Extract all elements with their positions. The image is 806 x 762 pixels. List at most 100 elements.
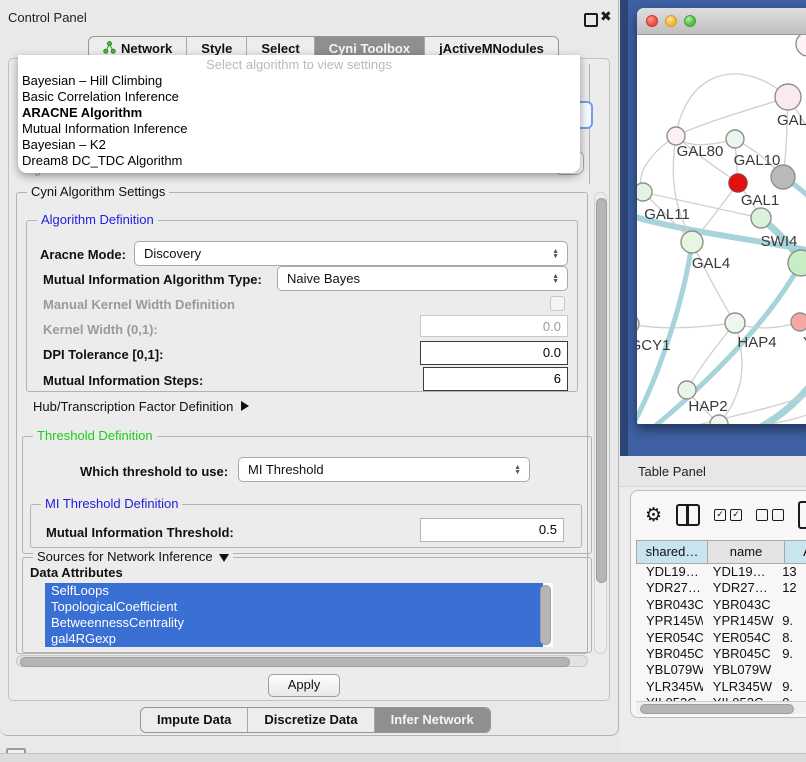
algorithm-option-4[interactable]: Bayesian – K2 bbox=[18, 137, 580, 153]
bottom-tabbar: Impute Data Discretize Data Infer Networ… bbox=[140, 707, 491, 733]
node-gcy1[interactable] bbox=[637, 315, 639, 333]
hub-definition-toggle[interactable]: Hub/Transcription Factor Definition bbox=[33, 399, 249, 414]
table-row[interactable]: YBR045CYBR045C9. bbox=[636, 646, 806, 662]
which-threshold-select[interactable]: MI Threshold ▲▼ bbox=[238, 457, 530, 482]
tab-impute-data[interactable]: Impute Data bbox=[141, 708, 248, 732]
node-label: GAL11 bbox=[644, 206, 690, 223]
algorithm-dropdown-list: Select algorithm to view settings Bayesi… bbox=[18, 55, 580, 173]
gear-icon[interactable]: ⚙ bbox=[645, 506, 662, 525]
algorithm-option-0[interactable]: Bayesian – Hill Climbing bbox=[18, 73, 580, 89]
network-window[interactable]: GALGAL80GAL10GAL1GAL11SWI4GAL4GCY1HAP4YH… bbox=[637, 8, 806, 424]
float-window-icon[interactable] bbox=[584, 13, 598, 27]
node-hap4[interactable] bbox=[725, 313, 745, 333]
screen: Control Panel ✖ Network Style Select Cyn… bbox=[0, 0, 806, 762]
table-horizontal-scrollbar-thumb[interactable] bbox=[640, 704, 794, 714]
settings-horizontal-scrollbar-thumb[interactable] bbox=[20, 657, 570, 667]
attribute-item[interactable]: BetweennessCentrality bbox=[45, 615, 543, 631]
column-header-0[interactable]: shared… bbox=[636, 540, 708, 564]
algorithm-option-1[interactable]: Basic Correlation Inference bbox=[18, 89, 580, 105]
node-gal4[interactable] bbox=[681, 231, 703, 253]
minimize-traffic-light-icon[interactable] bbox=[665, 15, 677, 27]
mi-steps-field[interactable]: 6 bbox=[423, 367, 568, 391]
mi-algorithm-type-select[interactable]: Naive Bayes ▲▼ bbox=[277, 266, 568, 291]
settings-horizontal-scrollbar[interactable] bbox=[16, 655, 588, 667]
checked-checkbox-icon: ✓ bbox=[714, 509, 726, 521]
tab-discretize-data[interactable]: Discretize Data bbox=[248, 708, 374, 732]
column-header-2[interactable]: A bbox=[785, 540, 806, 564]
close-icon[interactable]: ✖ bbox=[600, 8, 612, 25]
table-row[interactable]: YDL19…YDL19…13 bbox=[636, 564, 806, 580]
table-row[interactable]: YPR145WYPR145W9. bbox=[636, 613, 806, 629]
node-label: GCY1 bbox=[637, 337, 670, 354]
node-red[interactable] bbox=[729, 174, 747, 192]
table-cell bbox=[774, 597, 806, 613]
manual-kernel-width-label: Manual Kernel Width Definition bbox=[43, 297, 235, 312]
attribute-item[interactable]: TopologicalCoefficient bbox=[45, 599, 543, 615]
tab-infer-network[interactable]: Infer Network bbox=[375, 708, 490, 732]
table-horizontal-scrollbar[interactable] bbox=[636, 701, 806, 714]
node-big-right[interactable] bbox=[788, 250, 806, 276]
table-header-row[interactable]: shared…nameA bbox=[636, 540, 806, 564]
table-row[interactable]: YBR043CYBR043C bbox=[636, 597, 806, 613]
node-label: HAP2 bbox=[688, 398, 727, 415]
table-body[interactable]: YDL19…YDL19…13YDR27…YDR27…12YBR043CYBR04… bbox=[636, 564, 806, 702]
dpi-tolerance-label: DPI Tolerance [0,1]: bbox=[43, 347, 163, 362]
status-strip bbox=[0, 753, 806, 762]
algorithm-option-2[interactable]: ARACNE Algorithm bbox=[18, 105, 580, 121]
node-gal10[interactable] bbox=[726, 130, 744, 148]
table-doc-icon[interactable] bbox=[798, 501, 806, 529]
table-panel-bar: Table Panel bbox=[620, 456, 806, 487]
node-table-card: ⚙ ✓ ✓ shared…nameA YDL19…YDL19…13YDR27…Y… bbox=[630, 490, 806, 718]
desktop-left-edge bbox=[620, 0, 628, 456]
node-salmon[interactable] bbox=[791, 313, 806, 331]
table-cell: YBR045C bbox=[703, 646, 774, 662]
node-partial-top[interactable] bbox=[796, 35, 806, 56]
node-label: HAP4 bbox=[737, 334, 776, 351]
apply-button[interactable]: Apply bbox=[268, 674, 340, 697]
table-cell: YER054C bbox=[703, 630, 774, 646]
algorithm-option-3[interactable]: Mutual Information Inference bbox=[18, 121, 580, 137]
aracne-mode-select[interactable]: Discovery ▲▼ bbox=[134, 241, 568, 266]
network-desktop: GALGAL80GAL10GAL1GAL11SWI4GAL4GCY1HAP4YH… bbox=[620, 0, 806, 456]
table-row[interactable]: YBL079WYBL079W bbox=[636, 662, 806, 678]
node-label: GAL4 bbox=[692, 255, 730, 272]
table-cell: YPR145W bbox=[703, 613, 774, 629]
data-attributes-list[interactable]: SelfLoopsTopologicalCoefficientBetweenne… bbox=[45, 583, 553, 647]
table-toolbar: ⚙ ✓ ✓ bbox=[631, 499, 806, 531]
deselect-all-columns-control[interactable] bbox=[756, 509, 784, 521]
kernel-width-field[interactable]: 0.0 bbox=[420, 315, 568, 337]
algorithm-option-5[interactable]: Dream8 DC_TDC Algorithm bbox=[18, 153, 580, 169]
dpi-tolerance-field[interactable]: 0.0 bbox=[420, 341, 568, 365]
table-row[interactable]: YER054CYER054C8. bbox=[636, 630, 806, 646]
close-traffic-light-icon[interactable] bbox=[646, 15, 658, 27]
checked-checkbox-icon: ✓ bbox=[730, 509, 742, 521]
settings-vertical-scrollbar-thumb[interactable] bbox=[596, 198, 607, 583]
node-left-green[interactable] bbox=[637, 183, 652, 201]
table-cell: YBR043C bbox=[636, 597, 703, 613]
table-row[interactable]: YLR345WYLR345W9. bbox=[636, 679, 806, 695]
node-gal1[interactable] bbox=[751, 208, 771, 228]
sources-title[interactable]: Sources for Network Inference bbox=[33, 550, 233, 564]
node-pink-top[interactable] bbox=[775, 84, 801, 110]
network-window-titlebar[interactable] bbox=[637, 8, 806, 35]
cyni-algorithm-settings-title: Cyni Algorithm Settings bbox=[27, 185, 169, 199]
columns-icon[interactable] bbox=[676, 504, 700, 526]
table-row[interactable]: YDR27…YDR27…12 bbox=[636, 580, 806, 596]
table-cell: 13 bbox=[774, 564, 806, 580]
manual-kernel-width-checkbox[interactable] bbox=[550, 296, 565, 311]
table-cell: YER054C bbox=[636, 630, 703, 646]
column-header-1[interactable]: name bbox=[708, 540, 785, 564]
attribute-item[interactable]: SelfLoops bbox=[45, 583, 543, 599]
settings-vertical-scrollbar[interactable] bbox=[594, 192, 607, 654]
attribute-item[interactable]: gal4RGexp bbox=[45, 631, 543, 647]
expand-right-icon bbox=[241, 401, 249, 411]
node-label: SWI4 bbox=[761, 233, 798, 250]
kernel-width-label: Kernel Width (0,1): bbox=[43, 322, 158, 337]
network-canvas[interactable]: GALGAL80GAL10GAL1GAL11SWI4GAL4GCY1HAP4YH… bbox=[637, 35, 806, 424]
select-all-columns-control[interactable]: ✓ ✓ bbox=[714, 509, 742, 521]
attributes-list-scrollbar[interactable] bbox=[540, 585, 551, 645]
node-hap2[interactable] bbox=[678, 381, 696, 399]
mi-threshold-field[interactable]: 0.5 bbox=[420, 518, 564, 542]
table-cell: 9. bbox=[774, 679, 806, 695]
zoom-traffic-light-icon[interactable] bbox=[684, 15, 696, 27]
